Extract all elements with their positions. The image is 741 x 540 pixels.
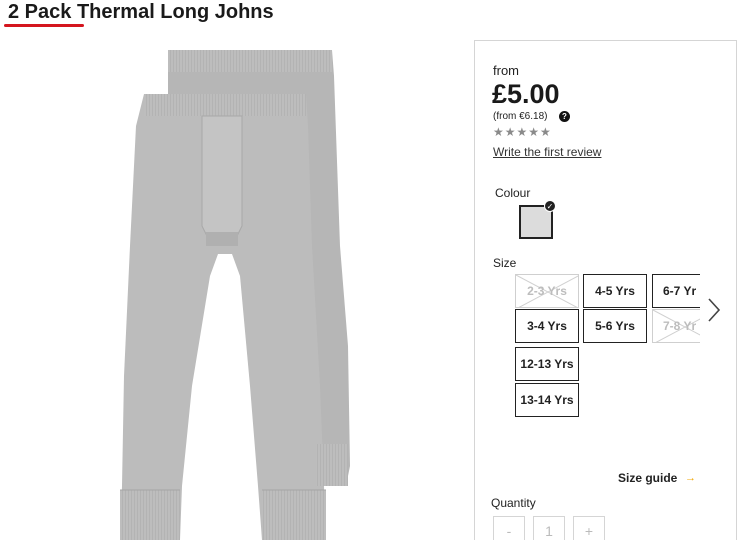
size-option-label: 7-8 Yr xyxy=(663,319,697,333)
size-option-label: 13-14 Yrs xyxy=(520,393,574,407)
quantity-increase-button[interactable]: + xyxy=(573,516,605,540)
size-guide-link[interactable]: Size guide xyxy=(618,471,677,485)
size-option-12-13-yrs[interactable]: 12-13 Yrs xyxy=(515,347,579,381)
product-title-wrap: 2 Pack Thermal Long Johns xyxy=(4,1,274,27)
chevron-right-icon[interactable] xyxy=(703,296,725,324)
check-icon: ✓ xyxy=(544,200,556,212)
purchase-panel: from £5.00 (from €6.18) ? ★★★★★ Write th… xyxy=(474,40,737,540)
size-option-5-6-yrs[interactable]: 5-6 Yrs xyxy=(583,309,647,343)
size-option-label: 3-4 Yrs xyxy=(527,319,567,333)
size-option-7-8-yrs[interactable]: 7-8 Yr xyxy=(652,309,700,343)
arrow-right-icon: → xyxy=(685,472,696,484)
size-option-label: 6-7 Yr xyxy=(663,284,697,298)
write-review-link[interactable]: Write the first review xyxy=(493,145,601,159)
size-option-13-14-yrs[interactable]: 13-14 Yrs xyxy=(515,383,579,417)
size-option-2-3-yrs[interactable]: 2-3 Yrs xyxy=(515,274,579,308)
thermal-long-johns-image[interactable] xyxy=(110,46,360,540)
price-value: £5.00 xyxy=(492,79,560,109)
size-option-label: 4-5 Yrs xyxy=(595,284,635,298)
alt-currency-price: (from €6.18) xyxy=(493,111,548,122)
product-title: 2 Pack Thermal Long Johns xyxy=(8,1,274,23)
size-option-label: 12-13 Yrs xyxy=(520,357,574,371)
size-option-3-4-yrs[interactable]: 3-4 Yrs xyxy=(515,309,579,343)
help-icon[interactable]: ? xyxy=(559,111,570,122)
colour-label: Colour xyxy=(495,186,531,200)
rating-stars: ★★★★★ xyxy=(493,125,552,139)
quantity-input[interactable]: 1 xyxy=(533,516,565,540)
size-option-4-5-yrs[interactable]: 4-5 Yrs xyxy=(583,274,647,308)
quantity-label: Quantity xyxy=(491,496,536,510)
quantity-decrease-button[interactable]: - xyxy=(493,516,525,540)
title-underline xyxy=(4,24,84,27)
size-option-6-7-yrs[interactable]: 6-7 Yr xyxy=(652,274,700,308)
price-from-label: from xyxy=(493,63,519,78)
size-option-label: 5-6 Yrs xyxy=(595,319,635,333)
size-option-label: 2-3 Yrs xyxy=(527,284,567,298)
size-label: Size xyxy=(493,256,517,270)
